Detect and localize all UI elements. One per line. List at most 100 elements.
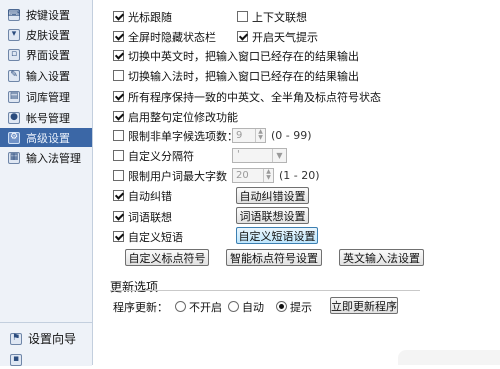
spinner-arrows-icon[interactable]: ▲ ▼ (263, 169, 273, 182)
option-sentence-locate[interactable]: 启用整句定位修改功能 (113, 108, 238, 125)
user-icon: ● (8, 111, 20, 124)
option-weather[interactable]: 开启天气提示 (237, 28, 318, 45)
sidebar-bottom: ⚑ 设置向导 ▪ (0, 322, 92, 366)
keyboard-icon: ⌨ (7, 8, 21, 21)
update-now-button[interactable]: 立即更新程序 (330, 297, 398, 314)
candidates-range: (0 - 99) (271, 129, 312, 142)
weather-label: 开启天气提示 (252, 30, 318, 44)
limit-candidates-checkbox[interactable] (113, 130, 124, 141)
option-word-assoc[interactable]: 词语联想 (113, 208, 172, 225)
sidebar-item-label: 皮肤设置 (26, 28, 70, 42)
sidebar-item-label: 高级设置 (26, 131, 70, 145)
sidebar-item-interface[interactable]: ▫ 界面设置 (0, 45, 92, 64)
shirt-icon: ▾ (8, 28, 20, 41)
switch-ime-label: 切换输入法时，把输入窗口已经存在的结果输出 (128, 69, 359, 83)
consistent-state-checkbox[interactable] (113, 91, 124, 102)
sidebar-item-keys[interactable]: ⌨ 按键设置 (0, 5, 92, 24)
sentence-locate-label: 启用整句定位修改功能 (128, 110, 238, 124)
switch-cn-en-checkbox[interactable] (113, 50, 124, 61)
user-words-value: 20 (236, 170, 249, 181)
sidebar-item-account[interactable]: ● 帐号管理 (0, 108, 92, 127)
user-words-range: (1 - 20) (279, 169, 320, 182)
auto-correct-settings-button[interactable]: 自动纠错设置 (236, 187, 309, 204)
sidebar-item-label: 界面设置 (26, 48, 70, 62)
gear-icon: ⚙ (8, 131, 20, 144)
sidebar-item-ime-manage[interactable]: ▦ 输入法管理 (0, 148, 92, 167)
update-off-label: 不开启 (189, 300, 222, 314)
book-icon: ▤ (8, 90, 20, 103)
word-assoc-label: 词语联想 (128, 210, 172, 224)
custom-phrase-checkbox[interactable] (113, 231, 124, 242)
update-option-off[interactable]: 不开启 (175, 298, 222, 315)
sidebar-item-label: 输入法管理 (26, 151, 81, 165)
custom-punct-button[interactable]: 自定义标点符号 (125, 249, 209, 266)
sidebar-item-advanced[interactable]: ⚙ 高级设置 (0, 128, 92, 147)
sidebar-item-input[interactable]: ✎ 输入设置 (0, 66, 92, 85)
option-switch-ime[interactable]: 切换输入法时，把输入窗口已经存在的结果输出 (113, 67, 359, 84)
separator-value: ' (237, 149, 240, 160)
update-label: 程序更新： (113, 300, 168, 314)
setup-wizard-label: 设置向导 (28, 332, 77, 346)
cursor-follow-checkbox[interactable] (113, 11, 124, 22)
fullscreen-hide-checkbox[interactable] (113, 31, 124, 42)
consistent-state-label: 所有程序保持一致的中英文、全半角及标点符号状态 (128, 90, 381, 104)
update-option-auto[interactable]: 自动 (228, 298, 264, 315)
setup-wizard-link[interactable]: ⚑ 设置向导 (0, 329, 92, 348)
weather-checkbox[interactable] (237, 31, 248, 42)
sidebar-item-label: 输入设置 (26, 69, 70, 83)
context-assoc-label: 上下文联想 (252, 10, 307, 24)
sidebar-bottom-item[interactable]: ▪ (0, 350, 92, 369)
candidates-spinner[interactable]: 9 ▲ ▼ (232, 128, 266, 143)
option-limit-candidates[interactable]: 限制非单字候选项数： (113, 127, 238, 144)
sidebar-item-label: 词库管理 (26, 90, 70, 104)
sidebar-item-label: 帐号管理 (26, 111, 70, 125)
ime-icon: ▦ (8, 151, 20, 164)
sidebar: ⌨ 按键设置 ▾ 皮肤设置 ▫ 界面设置 ✎ 输入设置 ▤ 词库管理 ● 帐号管… (0, 0, 93, 366)
sidebar-item-dictionary[interactable]: ▤ 词库管理 (0, 87, 92, 106)
custom-phrase-label: 自定义短语 (128, 230, 183, 244)
word-assoc-settings-button[interactable]: 词语联想设置 (236, 207, 309, 224)
user-words-spinner[interactable]: 20 ▲ ▼ (232, 168, 274, 183)
option-custom-separator[interactable]: 自定义分隔符 (113, 147, 194, 164)
update-section-title: 更新选项 (110, 280, 159, 294)
separator-select[interactable]: ' ▼ (232, 148, 287, 163)
custom-separator-checkbox[interactable] (113, 150, 124, 161)
watermark-overlay (398, 350, 500, 365)
option-auto-correct[interactable]: 自动纠错 (113, 187, 172, 204)
switch-cn-en-label: 切换中英文时，把输入窗口已经存在的结果输出 (128, 49, 359, 63)
update-off-radio[interactable] (175, 301, 186, 312)
chevron-down-icon[interactable]: ▼ (272, 149, 286, 162)
option-switch-cn-en[interactable]: 切换中英文时，把输入窗口已经存在的结果输出 (113, 47, 359, 64)
misc-icon: ▪ (10, 353, 22, 366)
sidebar-item-label: 按键设置 (26, 8, 70, 22)
auto-correct-label: 自动纠错 (128, 189, 172, 203)
switch-ime-checkbox[interactable] (113, 70, 124, 81)
limit-user-words-checkbox[interactable] (113, 170, 124, 181)
limit-user-words-label: 限制用户词最大字数 (128, 169, 227, 183)
update-auto-radio[interactable] (228, 301, 239, 312)
cursor-follow-label: 光标跟随 (128, 10, 172, 24)
update-auto-label: 自动 (242, 300, 264, 314)
input-icon: ✎ (8, 69, 20, 82)
option-fullscreen-hide[interactable]: 全屏时隐藏状态栏 (113, 28, 216, 45)
spinner-arrows-icon[interactable]: ▲ ▼ (255, 129, 265, 142)
option-cursor-follow[interactable]: 光标跟随 (113, 8, 172, 25)
sentence-locate-checkbox[interactable] (113, 111, 124, 122)
sidebar-item-skin[interactable]: ▾ 皮肤设置 (0, 25, 92, 44)
update-option-prompt[interactable]: 提示 (276, 298, 312, 315)
option-consistent-state[interactable]: 所有程序保持一致的中英文、全半角及标点符号状态 (113, 88, 381, 105)
option-custom-phrase[interactable]: 自定义短语 (113, 228, 183, 245)
en-ime-settings-button[interactable]: 英文输入法设置 (339, 249, 424, 266)
update-prompt-label: 提示 (290, 300, 312, 314)
context-assoc-checkbox[interactable] (237, 11, 248, 22)
section-divider (110, 290, 420, 291)
wizard-icon: ⚑ (10, 332, 22, 345)
update-prompt-radio[interactable] (276, 301, 287, 312)
fullscreen-hide-label: 全屏时隐藏状态栏 (128, 30, 216, 44)
option-context-assoc[interactable]: 上下文联想 (237, 8, 307, 25)
smart-punct-settings-button[interactable]: 智能标点符号设置 (226, 249, 322, 266)
word-assoc-checkbox[interactable] (113, 211, 124, 222)
option-limit-user-words[interactable]: 限制用户词最大字数 (113, 167, 227, 184)
custom-phrase-settings-button[interactable]: 自定义短语设置 (236, 227, 318, 244)
auto-correct-checkbox[interactable] (113, 190, 124, 201)
